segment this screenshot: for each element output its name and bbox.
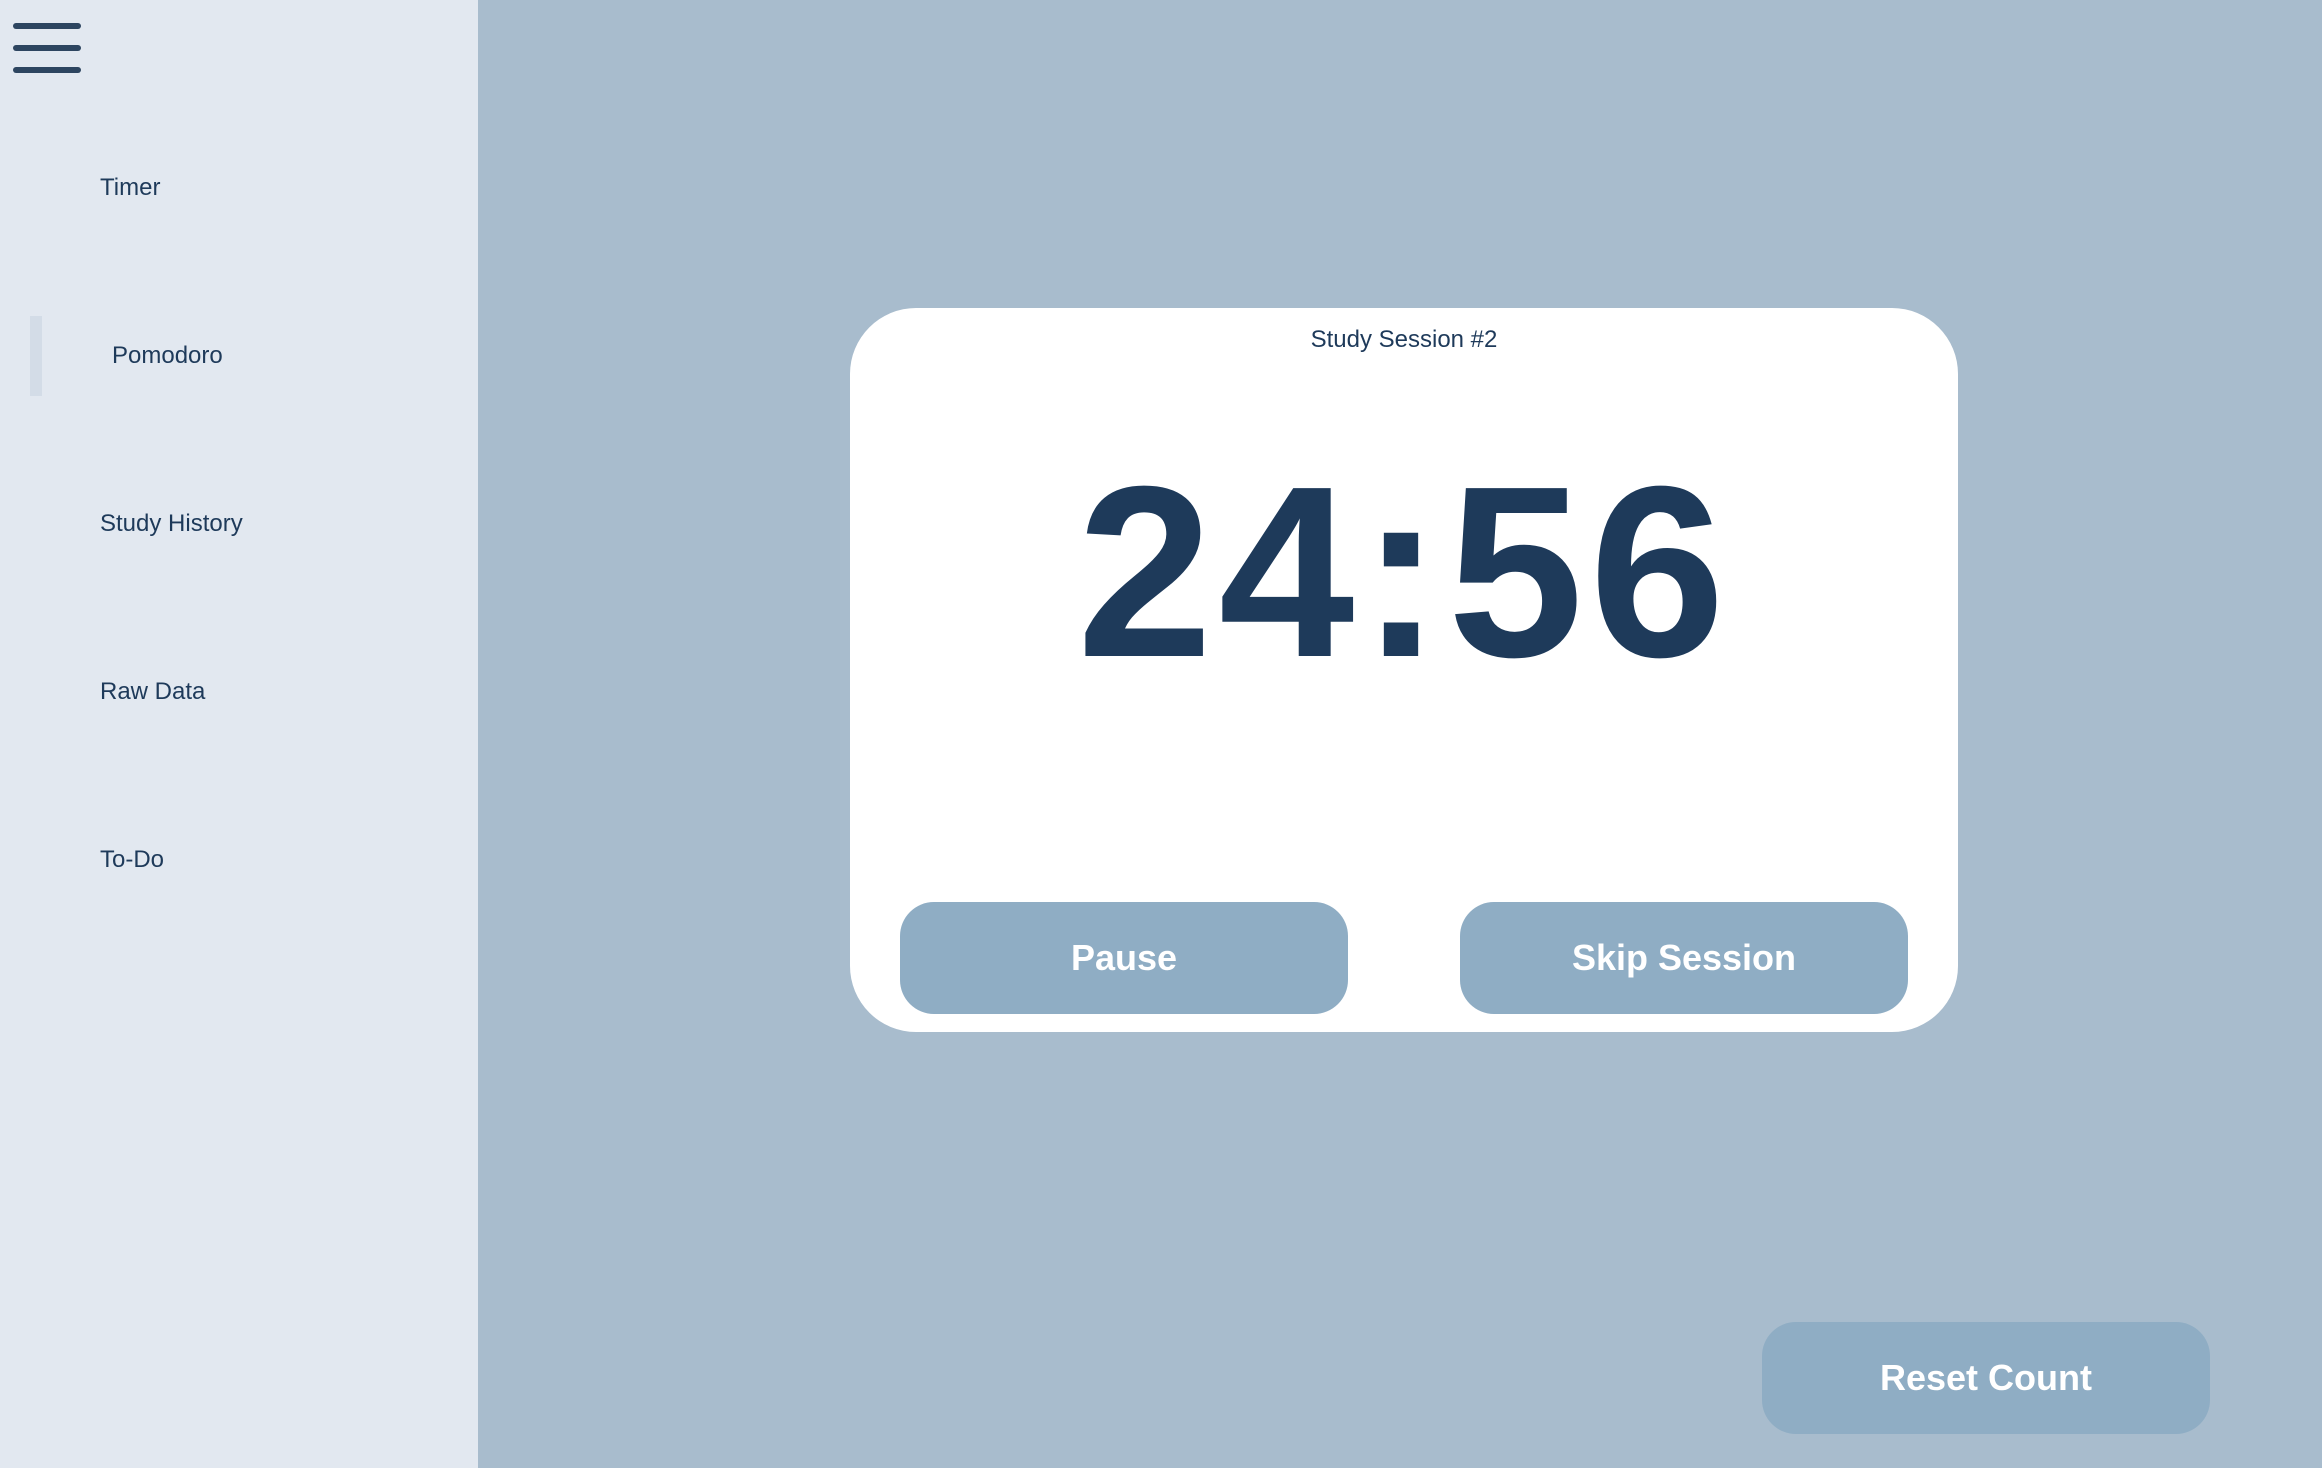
sidebar-item-raw-data[interactable]: Raw Data bbox=[100, 678, 205, 706]
menu-bar-bottom bbox=[13, 67, 81, 73]
sidebar-item-timer[interactable]: Timer bbox=[100, 174, 160, 202]
pause-button[interactable]: Pause bbox=[900, 902, 1348, 1014]
menu-bar-middle bbox=[13, 45, 81, 51]
sidebar: Timer Pomodoro Study History Raw Data To… bbox=[0, 0, 478, 1468]
timer-card: Study Session #2 24:56 Pause Skip Sessio… bbox=[850, 308, 1958, 1032]
reset-count-button[interactable]: Reset Count bbox=[1762, 1322, 2210, 1434]
menu-bar-top bbox=[13, 23, 81, 29]
skip-session-button[interactable]: Skip Session bbox=[1460, 902, 1908, 1014]
session-title: Study Session #2 bbox=[1310, 326, 1498, 353]
sidebar-item-pomodoro[interactable]: Pomodoro bbox=[112, 342, 223, 370]
hamburger-menu-icon[interactable] bbox=[13, 19, 83, 79]
active-nav-indicator bbox=[30, 316, 42, 396]
sidebar-item-todo[interactable]: To-Do bbox=[100, 846, 164, 874]
timer-display: 24:56 bbox=[1076, 435, 1732, 708]
sidebar-item-study-history[interactable]: Study History bbox=[100, 510, 243, 538]
